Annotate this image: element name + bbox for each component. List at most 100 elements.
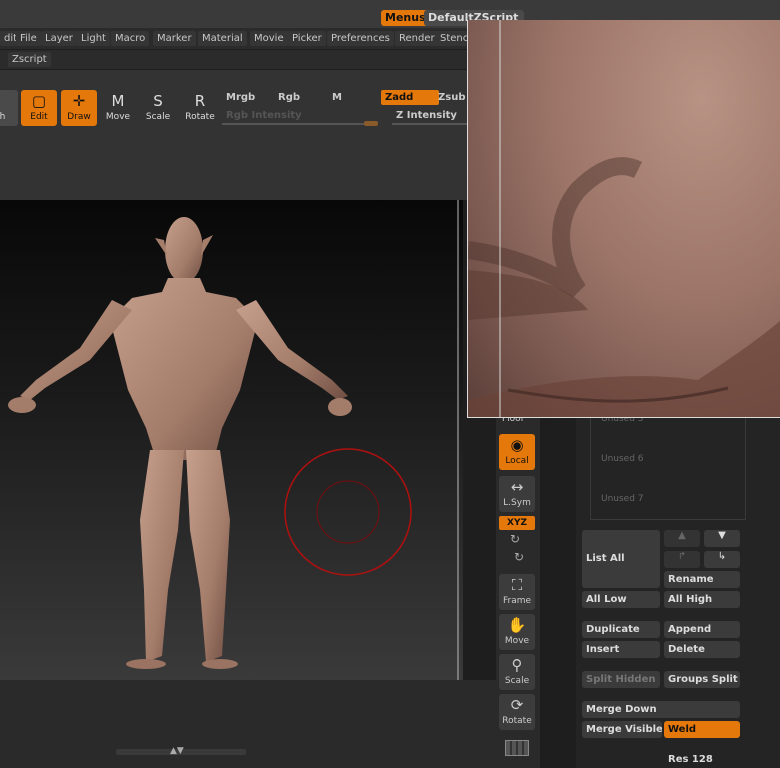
- figure-render: [8, 200, 459, 680]
- right-arm: [236, 300, 348, 400]
- m-button[interactable]: M: [328, 90, 346, 105]
- subtool-list[interactable]: Unused 5 Unused 6 Unused 7: [590, 410, 746, 520]
- magnifier-icon: ⚲: [511, 656, 523, 674]
- zsub-button[interactable]: Zsub: [434, 90, 469, 105]
- draw-button[interactable]: ✛ Draw: [61, 90, 97, 126]
- resolution-value[interactable]: Res 128: [664, 751, 740, 768]
- torso-shape: [110, 278, 258, 460]
- hand-icon: ✋: [507, 616, 527, 634]
- zoomed-skin-render: [468, 20, 780, 417]
- sketch-button[interactable]: ch: [0, 90, 18, 126]
- rotate-button[interactable]: R Rotate: [182, 90, 218, 126]
- right-foot: [202, 659, 238, 669]
- right-leg: [186, 450, 230, 662]
- move-label: Move: [105, 112, 131, 122]
- brush-inner-ring: [316, 480, 380, 544]
- split-hidden-button[interactable]: Split Hidden: [582, 671, 660, 688]
- move-icon: M: [111, 92, 125, 110]
- all-low-button[interactable]: All Low: [582, 591, 660, 608]
- zadd-button[interactable]: Zadd: [381, 90, 439, 105]
- all-high-button[interactable]: All High: [664, 591, 740, 608]
- z-intensity-track[interactable]: [392, 123, 467, 125]
- menu-preferences[interactable]: Preferences: [327, 31, 394, 46]
- move-view-button[interactable]: ✋ Move: [499, 614, 535, 650]
- groups-split-button[interactable]: Groups Split: [664, 671, 740, 688]
- left-arm: [20, 300, 132, 400]
- move-down-icon[interactable]: ▼: [704, 530, 740, 547]
- canvas-viewport[interactable]: [0, 200, 463, 680]
- collapse-arrows-icon[interactable]: ▲▼: [170, 746, 184, 756]
- rotate-label: Rotate: [185, 112, 215, 122]
- move-view-label: Move: [504, 636, 530, 646]
- frame-label: Frame: [502, 596, 532, 606]
- bottom-tray: ▲▼: [0, 680, 496, 768]
- zoomed-detail-inset: [467, 20, 780, 418]
- rgb-intensity-handle[interactable]: [364, 121, 378, 126]
- rgb-intensity-track[interactable]: [222, 123, 377, 125]
- frame-button[interactable]: ⛶ Frame: [499, 574, 535, 610]
- rgb-button[interactable]: Rgb: [274, 90, 304, 105]
- right-hand: [328, 398, 352, 416]
- duplicate-button[interactable]: Duplicate: [582, 621, 660, 638]
- left-foot: [126, 659, 166, 669]
- menu-movie[interactable]: Movie: [250, 31, 288, 46]
- draw-icon: ✛: [72, 92, 86, 110]
- edit-label: Edit: [30, 112, 48, 122]
- menus-button[interactable]: Menus: [381, 10, 430, 26]
- edit-button[interactable]: ▢ Edit: [21, 90, 57, 126]
- edit-icon: ▢: [31, 92, 47, 110]
- menu-file[interactable]: File: [16, 31, 41, 46]
- move-up-icon[interactable]: ▲: [664, 530, 700, 547]
- symmetry-icon: ↔: [510, 478, 524, 496]
- local-button[interactable]: ◉ Local: [499, 434, 535, 470]
- menu-light[interactable]: Light: [77, 31, 110, 46]
- xyz-button[interactable]: XYZ: [499, 516, 535, 530]
- rotate-y-icon[interactable]: ↻: [510, 532, 520, 546]
- move-down-right-icon[interactable]: ↳: [704, 551, 740, 568]
- menu-zscript[interactable]: Zscript: [8, 52, 51, 67]
- scale-button[interactable]: S Scale: [140, 90, 176, 126]
- scale-label: Scale: [145, 112, 171, 122]
- rotate-view-label: Rotate: [502, 716, 532, 726]
- weld-button[interactable]: Weld: [664, 721, 740, 738]
- subtool-panel: Unused 5 Unused 6 Unused 7 List All ▲ ▼ …: [576, 410, 780, 768]
- lsym-label: L.Sym: [503, 498, 531, 508]
- merge-visible-button[interactable]: Merge Visible: [582, 721, 662, 738]
- menu-picker[interactable]: Picker: [288, 31, 326, 46]
- right-shelf: Floor ◉ Local ↔ L.Sym XYZ ↻ ↻ ⛶ Frame ✋ …: [496, 410, 540, 768]
- draw-label: Draw: [67, 112, 91, 122]
- scale-view-label: Scale: [504, 676, 530, 686]
- append-button[interactable]: Append: [664, 621, 740, 638]
- sketch-label: ch: [0, 112, 6, 122]
- local-icon: ◉: [510, 436, 524, 454]
- rotate-icon: R: [194, 92, 206, 110]
- subtool-slot-6[interactable]: Unused 6: [601, 454, 644, 464]
- menu-material[interactable]: Material: [198, 31, 247, 46]
- rgb-intensity-slider[interactable]: Rgb Intensity: [222, 108, 306, 123]
- move-up-left-icon[interactable]: ↱: [664, 551, 700, 568]
- menu-macro[interactable]: Macro: [111, 31, 150, 46]
- list-all-button[interactable]: List All: [582, 530, 660, 588]
- insert-button[interactable]: Insert: [582, 641, 660, 658]
- left-hand: [8, 397, 36, 413]
- head-shape: [165, 217, 203, 283]
- lsym-button[interactable]: ↔ L.Sym: [499, 476, 535, 512]
- scale-view-button[interactable]: ⚲ Scale: [499, 654, 535, 690]
- menu-render[interactable]: Render: [395, 31, 439, 46]
- shelf-gap: [540, 410, 576, 768]
- menu-marker[interactable]: Marker: [153, 31, 196, 46]
- local-label: Local: [505, 456, 529, 466]
- z-intensity-slider[interactable]: Z Intensity: [392, 108, 461, 123]
- menu-layer[interactable]: Layer: [41, 31, 77, 46]
- delete-button[interactable]: Delete: [664, 641, 740, 658]
- rotate-z-icon[interactable]: ↻: [514, 550, 524, 564]
- subtool-slot-7[interactable]: Unused 7: [601, 494, 644, 504]
- merge-down-button[interactable]: Merge Down: [582, 701, 740, 718]
- rename-button[interactable]: Rename: [664, 571, 740, 588]
- brush-outer-ring: [284, 448, 412, 576]
- frame-icon: ⛶: [511, 576, 523, 594]
- rotate-view-button[interactable]: ⟳ Rotate: [499, 694, 535, 730]
- mrgb-button[interactable]: Mrgb: [222, 90, 259, 105]
- grid-icon[interactable]: [505, 740, 529, 756]
- move-button[interactable]: M Move: [100, 90, 136, 126]
